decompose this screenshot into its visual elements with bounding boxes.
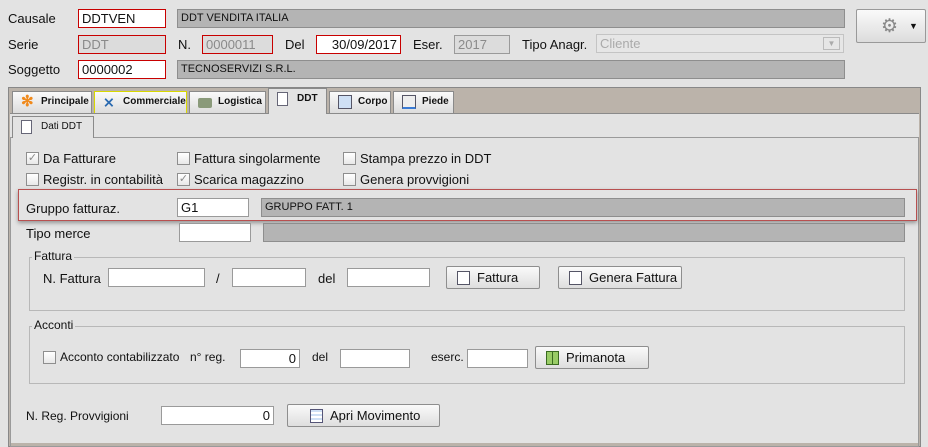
- tipo-anagr-select[interactable]: Cliente ▼: [596, 34, 844, 53]
- provvigioni-input[interactable]: 0: [161, 406, 274, 425]
- checkbox-label: Registr. in contabilità: [43, 172, 163, 187]
- n-fattura-input[interactable]: [108, 268, 205, 287]
- fattura-singolarmente-checkbox[interactable]: [177, 152, 190, 165]
- tab-label: Piede: [422, 96, 449, 107]
- serie-input[interactable]: DDT: [78, 35, 166, 54]
- tipo-merce-desc: [263, 223, 905, 242]
- eser-label: Eser.: [413, 37, 443, 52]
- checkbox-label: Acconto contabilizzato: [60, 350, 180, 364]
- checkbox-label: Scarica magazzino: [194, 172, 304, 187]
- tab-principale[interactable]: ✻ Principale: [12, 91, 92, 113]
- tipo-anagr-label: Tipo Anagr.: [522, 37, 588, 52]
- fattura-del-label: del: [318, 271, 336, 286]
- fattura-serie-input[interactable]: [232, 268, 306, 287]
- document-icon: [457, 271, 470, 285]
- button-label: Fattura: [477, 270, 519, 285]
- eserc-label: eserc.: [431, 350, 464, 364]
- subtab-label: Dati DDT: [41, 121, 83, 132]
- tab-label: Corpo: [358, 96, 388, 107]
- caret-down-icon: ▼: [909, 21, 918, 31]
- fattura-legend: Fattura: [32, 249, 75, 263]
- eserc-input[interactable]: [467, 349, 528, 368]
- network-icon: ⨯: [103, 94, 115, 110]
- nreg-input[interactable]: 0: [240, 349, 300, 368]
- serie-label: Serie: [8, 37, 39, 52]
- soggetto-input[interactable]: 0000002: [78, 60, 166, 79]
- causale-label: Causale: [8, 11, 56, 26]
- tab-label: Commerciale: [123, 96, 186, 107]
- gruppo-desc: GRUPPO FATT. 1: [261, 198, 905, 217]
- soggetto-desc: TECNOSERVIZI S.R.L.: [177, 60, 845, 79]
- window-icon: [338, 95, 352, 109]
- eser-input[interactable]: 2017: [454, 35, 510, 54]
- nreg-label: n° reg.: [190, 350, 226, 364]
- stampa-prezzo-checkbox[interactable]: [343, 152, 356, 165]
- numero-input[interactable]: 0000011: [202, 35, 273, 54]
- separator: /: [216, 271, 220, 286]
- tab-piede[interactable]: Piede: [393, 91, 454, 113]
- registr-contabilita-checkbox[interactable]: [26, 173, 39, 186]
- scarica-magazzino-checkbox[interactable]: ✓: [177, 173, 190, 186]
- genera-provvigioni-checkbox[interactable]: [343, 173, 356, 186]
- acconti-legend: Acconti: [32, 318, 76, 332]
- del-label: Del: [285, 37, 305, 52]
- fattura-date-input[interactable]: [347, 268, 430, 287]
- provvigioni-label: N. Reg. Provvigioni: [26, 409, 129, 423]
- button-label: Apri Movimento: [330, 408, 421, 423]
- document-icon: [569, 271, 582, 285]
- tab-label: DDT: [297, 93, 318, 104]
- checkbox-label: Genera provvigioni: [360, 172, 470, 187]
- primanota-button[interactable]: Primanota: [535, 346, 649, 369]
- tab-corpo[interactable]: Corpo: [329, 91, 391, 113]
- checkbox-label: Stampa prezzo in DDT: [360, 151, 492, 166]
- footer-icon: [402, 95, 416, 109]
- genera-fattura-button[interactable]: Genera Fattura: [558, 266, 682, 289]
- tipo-merce-input[interactable]: [179, 223, 251, 242]
- da-fatturare-checkbox[interactable]: ✓: [26, 152, 39, 165]
- gruppo-label: Gruppo fatturaz.: [26, 201, 120, 216]
- acconti-del-label: del: [312, 350, 329, 364]
- checkbox-label: Da Fatturare: [43, 151, 116, 166]
- chevron-down-icon[interactable]: ▼: [823, 37, 840, 50]
- button-label: Primanota: [566, 350, 626, 365]
- tab-label: Logistica: [218, 96, 262, 107]
- del-date-input[interactable]: 30/09/2017: [316, 35, 401, 54]
- table-icon: [310, 409, 323, 423]
- document-icon: [277, 92, 288, 106]
- gear-icon: ⚙: [881, 16, 899, 37]
- gear-orange-icon: ✻: [21, 93, 34, 110]
- numero-label: N.: [178, 37, 191, 52]
- columns-icon: [546, 351, 559, 365]
- settings-menu-button[interactable]: ⚙ ▼: [856, 9, 926, 43]
- causale-desc: DDT VENDITA ITALIA: [177, 9, 845, 28]
- tipo-anagr-value: Cliente: [600, 36, 641, 51]
- tab-logistica[interactable]: Logistica: [189, 91, 266, 113]
- tab-label: Principale: [41, 96, 89, 107]
- fattura-button[interactable]: Fattura: [446, 266, 540, 289]
- acconto-contabilizzato-checkbox[interactable]: [43, 351, 56, 364]
- causale-input[interactable]: DDTVEN: [78, 9, 166, 28]
- checkbox-label: Fattura singolarmente: [194, 151, 321, 166]
- subtab-dati-ddt[interactable]: Dati DDT: [12, 116, 94, 138]
- tab-commerciale[interactable]: ⨯ Commerciale: [94, 91, 187, 113]
- n-fattura-label: N. Fattura: [43, 271, 101, 286]
- button-label: Genera Fattura: [589, 270, 678, 285]
- apri-movimento-button[interactable]: Apri Movimento: [287, 404, 440, 427]
- soggetto-label: Soggetto: [8, 62, 61, 77]
- truck-icon: [198, 98, 212, 108]
- gruppo-input[interactable]: G1: [177, 198, 249, 217]
- tab-ddt[interactable]: DDT: [268, 88, 327, 114]
- tipo-merce-label: Tipo merce: [26, 226, 91, 241]
- acconti-date-input[interactable]: [340, 349, 410, 368]
- document-icon: [21, 120, 32, 134]
